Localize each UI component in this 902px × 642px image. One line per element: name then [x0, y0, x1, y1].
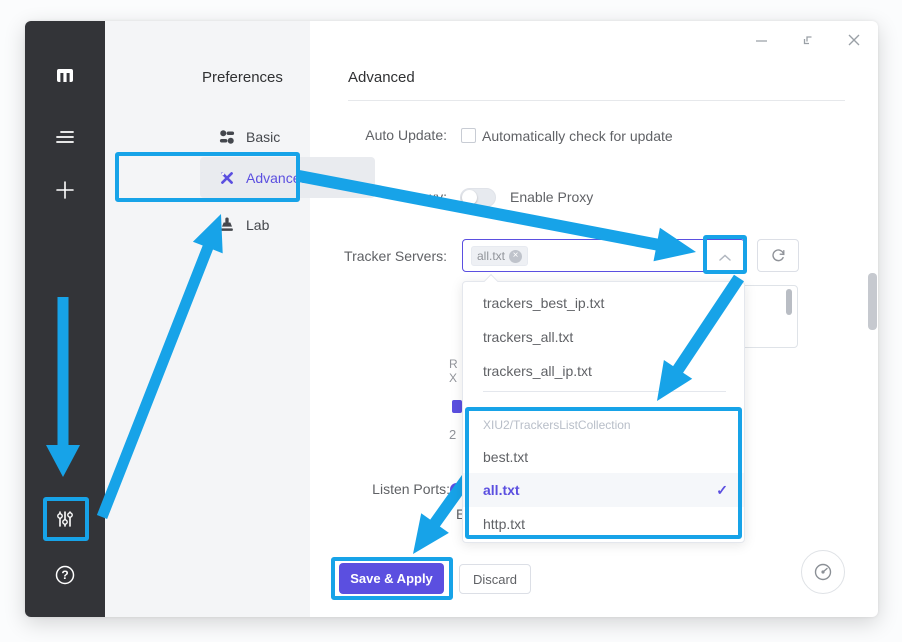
save-apply-button[interactable]: Save & Apply — [339, 563, 444, 594]
selected-tracker-tag: all.txt × — [471, 246, 528, 266]
title-divider — [348, 100, 845, 101]
sidebar-item-label: Basic — [246, 129, 280, 145]
preferences-title: Preferences — [202, 69, 283, 86]
dropdown-group-divider — [483, 391, 726, 392]
auto-update-checkbox[interactable] — [461, 128, 476, 143]
sync-trackers-button[interactable] — [757, 239, 799, 272]
preferences-panel: Preferences Basic — [105, 21, 310, 617]
close-button[interactable] — [839, 29, 869, 51]
dropdown-item[interactable]: trackers_best_ip.txt — [463, 286, 744, 320]
stamp-icon — [217, 215, 237, 235]
check-icon: ✓ — [716, 473, 728, 507]
sidebar-item-label: Lab — [246, 217, 269, 233]
dropdown-item[interactable]: trackers_all_ip.txt — [463, 354, 744, 388]
sidebar-item-lab[interactable]: Lab — [200, 204, 375, 245]
dropdown-item[interactable]: best.txt — [463, 440, 744, 474]
app-canvas: ? Preferences Basic — [0, 0, 902, 642]
occluded-text-fragment: R — [449, 357, 461, 371]
dropdown-group-label: XIU2/TrackersListCollection — [483, 418, 631, 432]
toggles-icon — [217, 127, 237, 147]
dropdown-item-label: all.txt — [483, 482, 520, 498]
speed-limit-button[interactable] — [801, 550, 845, 594]
occluded-text-fragment: X — [449, 371, 461, 385]
tracker-dropdown-panel: trackers_best_ip.txt trackers_all.txt tr… — [462, 281, 745, 543]
proxy-toggle[interactable] — [460, 188, 496, 207]
occluded-text-fragment: 2 — [449, 427, 461, 442]
auto-update-option-label: Automatically check for update — [482, 128, 673, 144]
proxy-option-label: Enable Proxy — [510, 189, 593, 205]
minimize-button[interactable] — [747, 29, 777, 51]
motrix-preferences-window: ? Preferences Basic — [25, 21, 878, 617]
motrix-logo-icon — [53, 63, 77, 87]
maximize-button[interactable] — [793, 29, 823, 51]
dropdown-item[interactable]: trackers_all.txt — [463, 320, 744, 354]
toggle-knob — [462, 190, 477, 205]
tag-label: all.txt — [477, 249, 505, 263]
tracker-servers-label: Tracker Servers: — [311, 248, 447, 264]
task-list-icon[interactable] — [53, 125, 77, 149]
auto-update-label: Auto Update: — [311, 127, 447, 143]
proxy-label: Proxy: — [311, 189, 447, 205]
app-sidebar: ? — [25, 21, 105, 617]
preferences-sliders-icon[interactable] — [53, 507, 77, 531]
tag-close-icon[interactable]: × — [509, 250, 522, 263]
listen-ports-label: Listen Ports: — [311, 481, 450, 497]
occluded-checkbox — [452, 400, 462, 413]
tracker-servers-select[interactable]: all.txt × — [462, 239, 745, 272]
sidebar-item-label: Advanced — [246, 170, 308, 186]
chevron-up-icon[interactable] — [718, 250, 732, 268]
textarea-scrollbar[interactable] — [786, 289, 792, 315]
discard-button[interactable]: Discard — [459, 564, 531, 594]
add-task-icon[interactable] — [53, 178, 77, 202]
content-scrollbar[interactable] — [868, 273, 877, 330]
dropdown-item-selected[interactable]: all.txt ✓ — [463, 473, 744, 507]
help-icon[interactable]: ? — [53, 563, 77, 587]
tools-icon — [217, 168, 237, 188]
page-title: Advanced — [348, 69, 415, 86]
dropdown-item[interactable]: http.txt — [463, 507, 744, 541]
